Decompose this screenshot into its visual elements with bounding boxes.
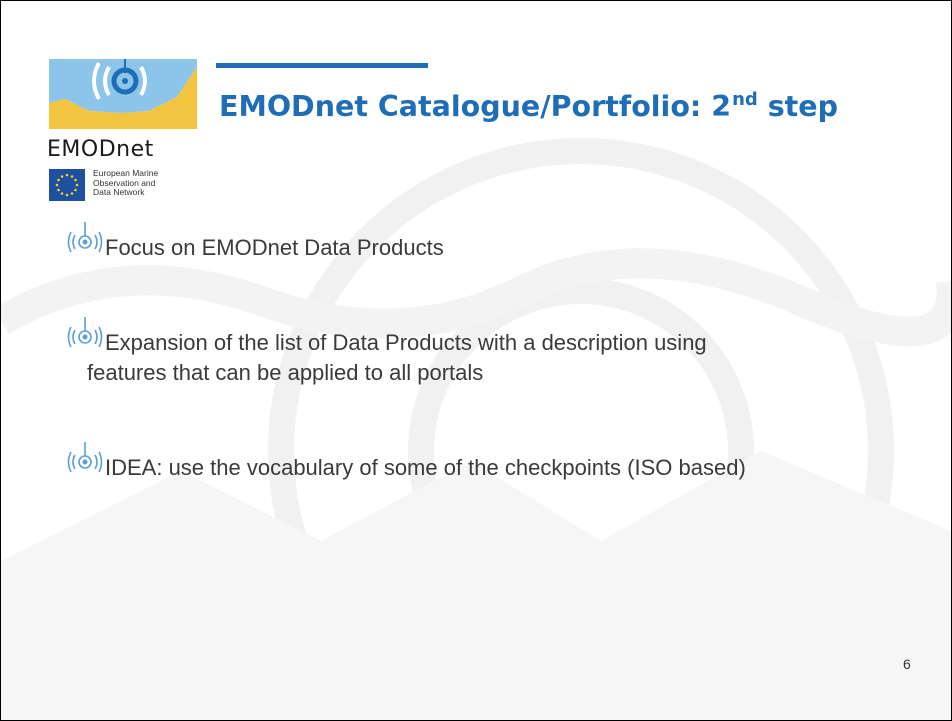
slide-title: EMODnet Catalogue/Portfolio: 2nd step xyxy=(219,89,838,123)
bullet-item: Focus on EMODnet Data Products xyxy=(61,222,881,263)
emodnet-logo-graphic xyxy=(49,59,197,129)
logo-subtitle: European Marine Observation and Data Net… xyxy=(93,168,158,198)
signal-wave-icon xyxy=(67,317,103,348)
logo-subtitle-line: Data Network xyxy=(93,187,145,197)
bullet-item: Expansion of the list of Data Products w… xyxy=(61,317,881,388)
slide-title-superscript: nd xyxy=(732,89,758,110)
slide: EMODnet European Marine Observation and … xyxy=(0,0,952,721)
signal-wave-icon xyxy=(67,442,103,473)
logo-wordmark: EMODnet xyxy=(47,137,154,162)
bullet-item: IDEA: use the vocabulary of some of the … xyxy=(61,442,881,483)
slide-title-main: EMODnet Catalogue/Portfolio: 2 xyxy=(219,90,732,123)
title-accent-bar xyxy=(216,63,428,68)
bullet-text: Expansion of the list of Data Products w… xyxy=(105,330,707,355)
page-number: 6 xyxy=(903,656,911,672)
signal-wave-icon xyxy=(67,222,103,253)
eu-flag-icon xyxy=(49,169,85,201)
emodnet-logo: EMODnet European Marine Observation and … xyxy=(47,59,207,209)
slide-title-end: step xyxy=(757,90,839,123)
bullet-text: Focus on EMODnet Data Products xyxy=(105,235,444,260)
bullet-text: IDEA: use the vocabulary of some of the … xyxy=(105,455,746,480)
bullet-text-continued: features that can be applied to all port… xyxy=(87,360,484,385)
